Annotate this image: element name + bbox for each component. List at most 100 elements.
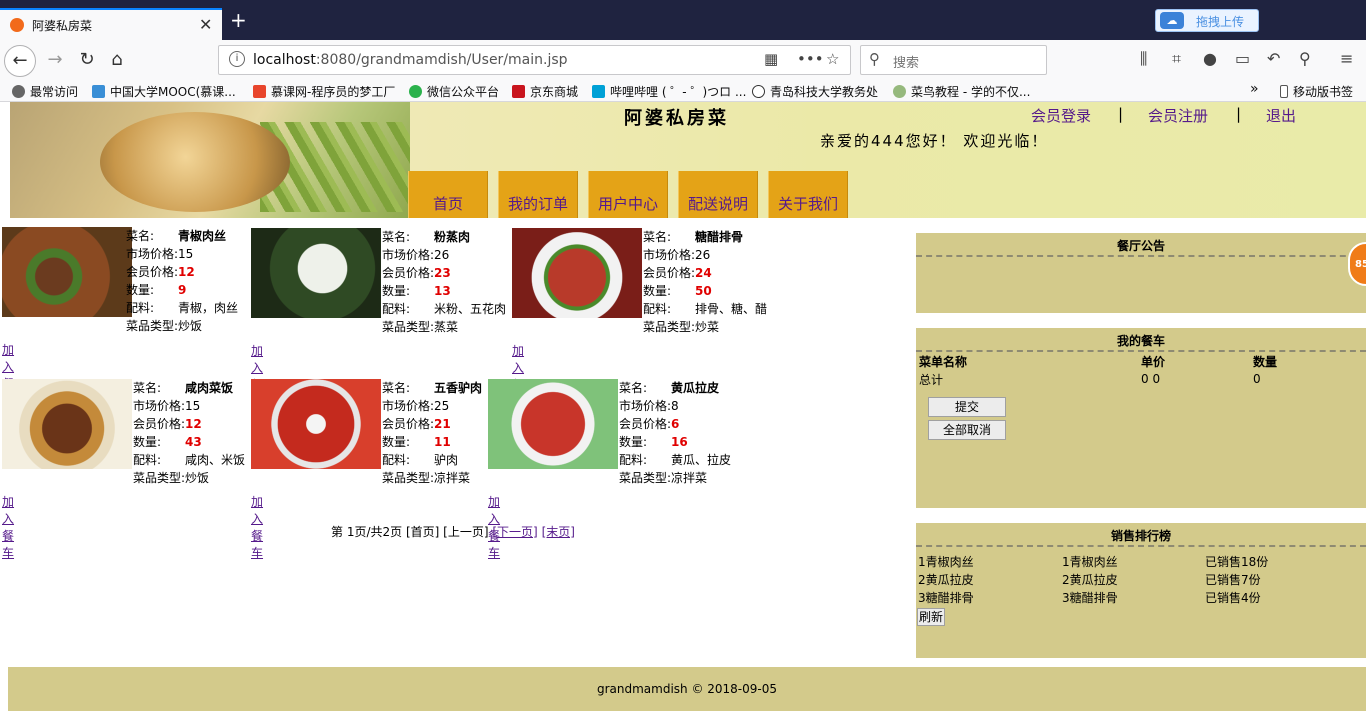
url-text[interactable]: localhost:8080/grandmamdish/User/main.js… [253, 52, 568, 68]
total-qty: 0 [1253, 372, 1261, 386]
dish-field-value: 炒饭 [178, 319, 203, 333]
dish-field-value: 43 [185, 435, 202, 449]
bookmark-item[interactable]: 中国大学MOOC(慕课... [92, 83, 236, 100]
dish-field-label: 市场价格: [619, 399, 672, 413]
dish-field-label: 菜品类型: [643, 320, 696, 334]
dish-field-label: 配料: [382, 453, 411, 467]
browser-tab[interactable]: 阿婆私房菜 ✕ [0, 8, 222, 40]
dish-field-label: 菜名: [126, 229, 155, 243]
dish-info: 菜名: 黄瓜拉皮 市场价格:8 会员价格:6 数量: 16 配料: 黄瓜、拉皮 菜品类型:凉拌菜 [619, 379, 731, 487]
dish-field-label: 市场价格: [382, 248, 435, 262]
dish-field-value: 糖醋排骨 [695, 230, 744, 244]
dish-field-label: 配料: [126, 301, 155, 315]
dish-field-label: 数量: [643, 284, 672, 298]
rank-row: 2黄瓜拉皮 [918, 573, 974, 587]
dish-field-label: 市场价格: [133, 399, 186, 413]
rank-row: 3糖醋排骨 [918, 591, 974, 605]
first-page-link: [首页] [405, 525, 440, 539]
qr-code-icon[interactable]: ▦ [764, 50, 778, 68]
more-actions-icon[interactable]: ••• [797, 50, 824, 68]
dish-field-label: 会员价格: [619, 417, 672, 431]
bookmark-star-icon[interactable]: ☆ [826, 50, 839, 68]
dish-field-value: 16 [671, 435, 688, 449]
bookmark-item[interactable]: 青岛科技大学教务处 [752, 83, 878, 100]
refresh-button[interactable]: 刷新 [917, 608, 945, 626]
bookmark-item[interactable]: 最常访问 [12, 83, 78, 100]
add-to-cart-link[interactable]: 加入餐车 [251, 493, 263, 561]
rank-row: 1青椒肉丝 [1062, 555, 1118, 569]
cancel-all-button[interactable]: 全部取消 [928, 420, 1006, 440]
menu-user-center[interactable]: 用户中心 [588, 171, 668, 218]
dish-photo [488, 379, 618, 469]
last-page-link[interactable]: [末页] [542, 525, 575, 539]
new-tab-button[interactable]: + [230, 8, 247, 32]
dish-field-value: 驴肉 [434, 453, 459, 467]
bookmark-item[interactable]: 微信公众平台 [409, 83, 499, 100]
bookmark-item[interactable]: 慕课网-程序员的梦工厂 [253, 83, 395, 100]
next-page-link[interactable]: [下一页] [492, 525, 537, 539]
upload-button[interactable]: ☁ 拖拽上传 [1155, 9, 1259, 32]
bookmarks-overflow-icon[interactable]: » [1250, 81, 1259, 97]
menu-delivery[interactable]: 配送说明 [678, 171, 758, 218]
undo-icon[interactable]: ↶ [1267, 49, 1280, 68]
runoob-icon [893, 85, 906, 98]
reload-button[interactable]: ↻ [72, 46, 102, 76]
member-login-link[interactable]: 会员登录 [1031, 105, 1091, 126]
menu-about[interactable]: 关于我们 [768, 171, 848, 218]
logout-link[interactable]: 退出 [1266, 105, 1296, 126]
rank-row: 3糖醋排骨 [1062, 591, 1118, 605]
prev-page-link: [上一页] [443, 525, 489, 539]
search-box[interactable]: ⚲ 搜索 [860, 45, 1047, 75]
menu-my-orders[interactable]: 我的订单 [498, 171, 578, 218]
dish-field-value: 炒菜 [695, 320, 720, 334]
menu-home[interactable]: 首页 [408, 171, 488, 218]
dish-field-label: 菜名: [382, 381, 411, 395]
sidebar-icon[interactable]: ▭ [1235, 49, 1250, 68]
crop-icon[interactable]: ⌗ [1172, 49, 1181, 69]
library-icon[interactable]: ⫼ [1140, 49, 1147, 69]
chat-icon[interactable]: ● [1203, 49, 1217, 68]
menu-icon[interactable]: ≡ [1340, 49, 1353, 68]
dish-field-value: 黄瓜、拉皮 [671, 453, 732, 467]
info-icon[interactable]: i [229, 51, 245, 67]
dish-field-label: 数量: [133, 435, 162, 449]
site-footer: grandmamdish © 2018-09-05 [8, 667, 1366, 711]
bookmark-item[interactable]: 移动版书签 [1280, 83, 1353, 100]
total-label: 总计 [919, 372, 944, 387]
dish-field-label: 菜品类型: [619, 471, 672, 485]
dish-field-value: 咸肉、米饭 [185, 453, 246, 467]
welcome-text: 亲爱的444您好！ 欢迎光临！ [820, 132, 1049, 150]
back-button[interactable]: ← [4, 45, 36, 77]
dish-info: 菜名: 粉蒸肉 市场价格:26 会员价格:23 数量: 13 配料: 米粉、五花肉 菜品类型:蒸… [382, 228, 506, 336]
bookmark-item[interactable]: 京东商城 [512, 83, 578, 100]
tab-close-icon[interactable]: ✕ [199, 15, 212, 34]
dish-field-value: 24 [695, 266, 712, 280]
dish-field-value: 米粉、五花肉 [434, 302, 507, 316]
zoom-icon[interactable]: ⚲ [1299, 49, 1311, 68]
add-to-cart-link[interactable]: 加入餐车 [2, 493, 14, 561]
notice-title: 餐厅公告 [916, 233, 1366, 257]
dish-field-value: 炒饭 [185, 471, 210, 485]
member-register-link[interactable]: 会员注册 [1148, 105, 1208, 126]
url-bar[interactable]: i localhost:8080/grandmamdish/User/main.… [218, 45, 851, 75]
tab-title: 阿婆私房菜 [32, 19, 93, 33]
forward-button[interactable]: → [40, 46, 70, 76]
bookmark-item[interactable]: 哔哩哔哩 ( ゜- ゜)つロ ... [592, 83, 746, 100]
rank-row: 2黄瓜拉皮 [1062, 573, 1118, 587]
header-banner-image [10, 102, 410, 218]
rank-row: 已销售4份 [1205, 591, 1261, 605]
home-button[interactable]: ⌂ [102, 46, 132, 76]
bookmark-item[interactable]: 菜鸟教程 - 学的不仅... [893, 83, 1030, 100]
flame-icon [253, 85, 266, 98]
submit-button[interactable]: 提交 [928, 397, 1006, 417]
browser-navbar: ← → ↻ ⌂ i localhost:8080/grandmamdish/Us… [0, 40, 1366, 80]
dish-field-value: 12 [178, 265, 195, 279]
dish-field-value: 青椒肉丝 [178, 229, 227, 243]
rank-row: 已销售7份 [1205, 573, 1261, 587]
col-price-header: 单价 [1141, 354, 1166, 369]
wechat-icon [409, 85, 422, 98]
separator: | [1236, 105, 1242, 123]
col-qty-header: 数量 [1253, 354, 1278, 369]
rank-row: 已销售18份 [1205, 555, 1269, 569]
globe-icon [752, 85, 765, 98]
